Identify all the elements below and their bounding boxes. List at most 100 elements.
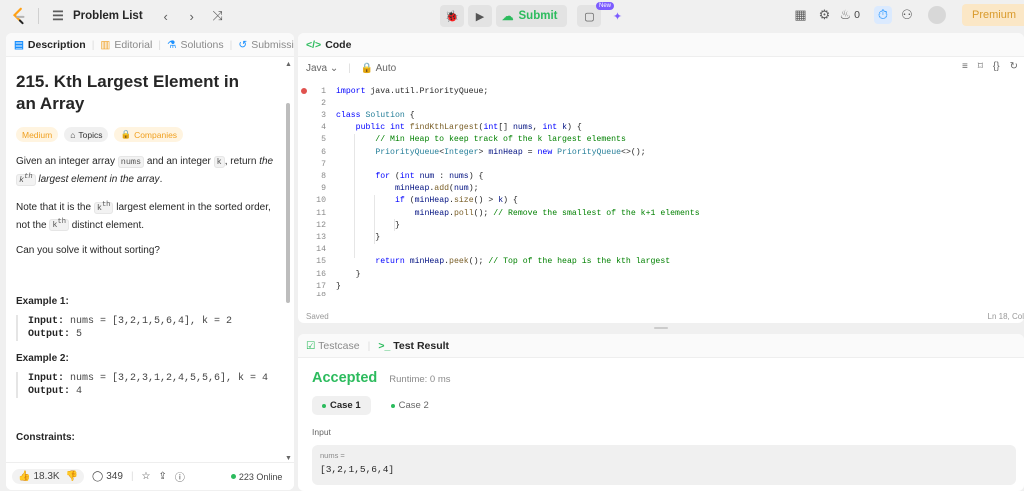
tab-description[interactable]: ▤ Description [14, 39, 86, 51]
grid-icon[interactable]: ▦ [791, 6, 809, 24]
cursor-position: Ln 18, Col [987, 312, 1024, 321]
share-icon[interactable]: ⇪ [159, 471, 167, 482]
note-text: distinct element. [68, 219, 145, 231]
test-panel: ☑ Testcase | >_ Test Result Accepted Run… [298, 334, 1024, 491]
line-number: 9 [321, 184, 326, 194]
like-button[interactable]: 👍 18.3K [18, 471, 60, 482]
reset-icon[interactable]: ↻ [1010, 61, 1018, 72]
input-key: nums = [320, 451, 345, 460]
test-tabs: ☑ Testcase | >_ Test Result [298, 334, 1024, 358]
help-icon[interactable]: ⓘ [175, 469, 185, 484]
tab-test-result[interactable]: >_ Test Result [378, 340, 449, 352]
scroll-down-icon[interactable]: ▼ [285, 455, 292, 462]
like-count: 18.3K [33, 471, 60, 482]
output-label: Output: [28, 329, 71, 341]
chevron-left-icon[interactable]: ‹ [157, 7, 175, 25]
lock-icon: 🔒 [360, 62, 374, 74]
line-number: 10 [316, 196, 326, 206]
problem-list-button[interactable]: ☰ Problem List [49, 7, 142, 25]
description-icon: ▤ [14, 38, 24, 51]
list-icon: ☰ [52, 8, 64, 23]
example-2-output: Output: 4 [28, 385, 284, 398]
problem-description: 215. Kth Largest Element in an Array Med… [6, 57, 294, 443]
problem-statement: Given an integer array nums and an integ… [16, 154, 278, 188]
description-panel: ▤ Description | ▥ Editorial | ⚗ Solution… [6, 33, 294, 490]
tab-testcase-label: Testcase [318, 339, 360, 352]
language-select[interactable]: Java ⌄ [306, 63, 338, 74]
topics-label: Topics [78, 129, 103, 140]
output-label: Output: [28, 386, 71, 398]
tab-submissions-label: Submissions [251, 38, 294, 51]
debug-button[interactable]: 🐞 [440, 5, 464, 27]
thumbs-down-icon[interactable]: 👎 [66, 471, 78, 482]
code-tab-label: Code [325, 38, 352, 51]
scroll-up-icon[interactable]: ▲ [285, 61, 292, 68]
avatar[interactable] [927, 6, 946, 24]
divider: | [348, 62, 351, 74]
tab-testcase[interactable]: ☑ Testcase [306, 340, 360, 352]
superscript: th [101, 200, 111, 209]
statement-text: , return [224, 156, 260, 167]
example-2-input: Input: nums = [3,2,3,1,2,4,5,5,6], k = 4 [28, 372, 284, 385]
code-text: // Min Heap to keep track of the k large… [336, 135, 626, 145]
checkbox-icon: ☑ [306, 339, 316, 352]
companies-button[interactable]: 🔒 Companies [114, 127, 184, 142]
timer-icon[interactable]: ⏱ [873, 6, 892, 24]
chevron-right-icon[interactable]: › [183, 7, 201, 25]
line-number: 4 [321, 123, 326, 133]
case-2-label: Case 2 [398, 400, 429, 411]
comments-button[interactable]: ◯ 349 [92, 471, 123, 482]
superscript: th [57, 218, 66, 227]
resize-handle[interactable] [298, 324, 1024, 332]
problem-title[interactable]: 215. Kth Largest Element in an Array [16, 71, 256, 115]
tab-submissions[interactable]: ↺ Submissions [238, 39, 294, 51]
sparkle-icon: ✦ [612, 10, 623, 23]
scrollbar[interactable] [286, 103, 290, 303]
inline-code: kth [16, 173, 36, 186]
case-1-tab[interactable]: Case 1 [312, 396, 371, 415]
auto-mode[interactable]: 🔒 Auto [361, 63, 396, 74]
top-bar: ☰ Problem List ‹ › ⤨ 🐞 ▶ ☁ Submit ▢ ✦ Ne… [0, 0, 1024, 32]
add-user-icon[interactable]: ⚇ [898, 6, 916, 24]
follow-up: Can you solve it without sorting? [16, 245, 160, 257]
logo-icon[interactable] [10, 7, 28, 25]
streak-counter[interactable]: ♨ 0 [839, 6, 860, 24]
constraints-heading: Constraints: [16, 432, 75, 444]
auto-label: Auto [375, 62, 397, 74]
code-editor[interactable]: 1 import java.util.PriorityQueue; 2 3 clas… [298, 85, 1024, 297]
example-1-input: Input: nums = [3,2,1,5,6,4], k = 2 [28, 315, 284, 328]
case-2-tab[interactable]: Case 2 [381, 396, 439, 415]
line-number: 1 [321, 86, 326, 96]
code-text: minHeap.add(num); [394, 184, 479, 194]
submit-button[interactable]: ☁ Submit [496, 5, 568, 27]
output-value: 4 [70, 386, 83, 398]
code-line: 2 [298, 97, 326, 109]
debug-icon: 🐞 [445, 10, 459, 23]
upload-icon: ☁ [502, 11, 514, 23]
tab-solutions-label: Solutions [180, 38, 224, 51]
statement-text: Given an integer array [16, 156, 118, 167]
tab-solutions[interactable]: ⚗ Solutions [167, 39, 224, 51]
code-line: 18 [298, 292, 326, 297]
settings-icon[interactable]: ⚙ [815, 6, 833, 24]
code-text: } [336, 220, 400, 230]
format-icon[interactable]: ≡ [962, 61, 968, 72]
code-toolbar: Java ⌄ | 🔒 Auto ≡ ⌑ {} ↻ [298, 57, 1024, 79]
divider [38, 8, 39, 24]
code-tab[interactable]: </> Code [298, 33, 1024, 57]
bookmark-icon[interactable]: ⌑ [978, 61, 983, 72]
topics-button[interactable]: ⌂ Topics [64, 127, 109, 142]
shuffle-icon[interactable]: ⤨ [209, 7, 227, 25]
runtime: Runtime: 0 ms [389, 374, 451, 385]
superscript: th [24, 173, 33, 181]
comment-icon: ◯ [92, 471, 104, 482]
code-icon: </> [306, 38, 322, 51]
premium-button[interactable]: Premium [961, 4, 1024, 26]
play-icon: ▶ [475, 10, 485, 23]
braces-icon[interactable]: {} [993, 61, 1000, 72]
run-button[interactable]: ▶ [468, 5, 492, 27]
star-icon[interactable]: ☆ [142, 471, 151, 482]
tab-editorial[interactable]: ▥ Editorial [100, 39, 152, 51]
language-label: Java [306, 62, 328, 74]
online-dot-icon [230, 474, 236, 479]
